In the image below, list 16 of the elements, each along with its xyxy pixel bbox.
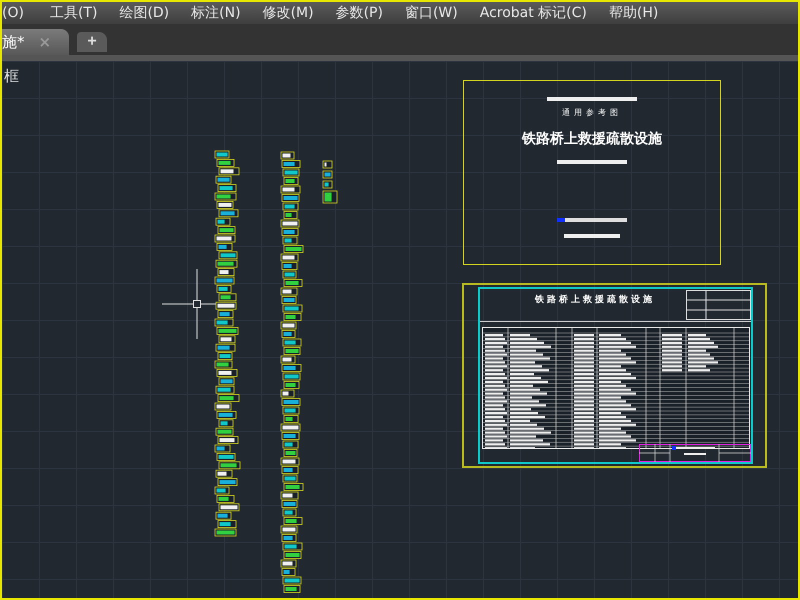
menu-item[interactable]: (O) (2, 5, 24, 21)
document-tab[interactable]: 施* × (2, 29, 70, 55)
menu-item[interactable]: Acrobat 标记(C) (480, 4, 587, 22)
viewport-label[interactable]: 框 (4, 67, 19, 86)
sheet-title: 铁路桥上救援疏散设施 (535, 293, 655, 307)
menu-item[interactable]: 绘图(D) (119, 4, 170, 22)
menu-item[interactable]: 标注(N) (191, 4, 241, 22)
menu-item[interactable]: 修改(M) (262, 4, 314, 22)
menu-item[interactable]: 工具(T) (50, 4, 98, 22)
sheet-subtitle: 通用参考图 (562, 107, 622, 118)
menu-item[interactable]: 参数(P) (336, 4, 383, 22)
header-block-drawing (686, 290, 751, 320)
new-tab-button[interactable]: + (77, 32, 108, 52)
menu-item[interactable]: 帮助(H) (608, 4, 658, 22)
sheet-title: 铁路桥上救援疏散设施 (522, 130, 662, 148)
menu-item[interactable]: 窗口(W) (404, 4, 458, 22)
